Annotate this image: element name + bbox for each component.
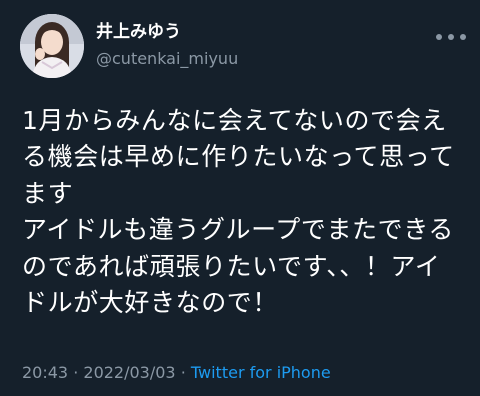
tweet-text-line: のであれば頑張りたいです、、！アイ (22, 251, 441, 281)
display-name[interactable]: 井上みゆう (96, 22, 181, 42)
meta-separator: · (73, 363, 79, 382)
tweet-text-line: アイドルも違うグループでまたできる (22, 215, 454, 245)
tweet-text-line: る機会は早めに作りたいなって思って (22, 142, 455, 172)
dot (448, 34, 454, 40)
tweet-meta: 20:43 · 2022/03/03 · Twitter for iPhone (22, 363, 331, 383)
meta-separator: · (180, 363, 186, 382)
tweet-text-line: ドルが大好きなので！ (22, 288, 279, 318)
dot (460, 34, 466, 40)
tweet-text-line: ます (22, 178, 74, 208)
tweet-time[interactable]: 20:43 (22, 363, 68, 382)
tweet-date[interactable]: 2022/03/03 (83, 363, 175, 382)
tweet-card: 井上みゆう @cutenkai_miyuu 1月からみんなに会えてないので会え … (0, 0, 480, 396)
avatar-photo (20, 14, 84, 78)
dot (436, 34, 442, 40)
tweet-source-link[interactable]: Twitter for iPhone (191, 363, 331, 382)
tweet-text-line: 1月からみんなに会えてないので会え (22, 106, 447, 135)
tweet-text: 1月からみんなに会えてないので会え る機会は早めに作りたいなって思って ます ア… (22, 103, 472, 321)
more-options-icon[interactable] (436, 28, 466, 46)
user-handle[interactable]: @cutenkai_miyuu (96, 49, 238, 69)
avatar[interactable] (20, 14, 84, 78)
